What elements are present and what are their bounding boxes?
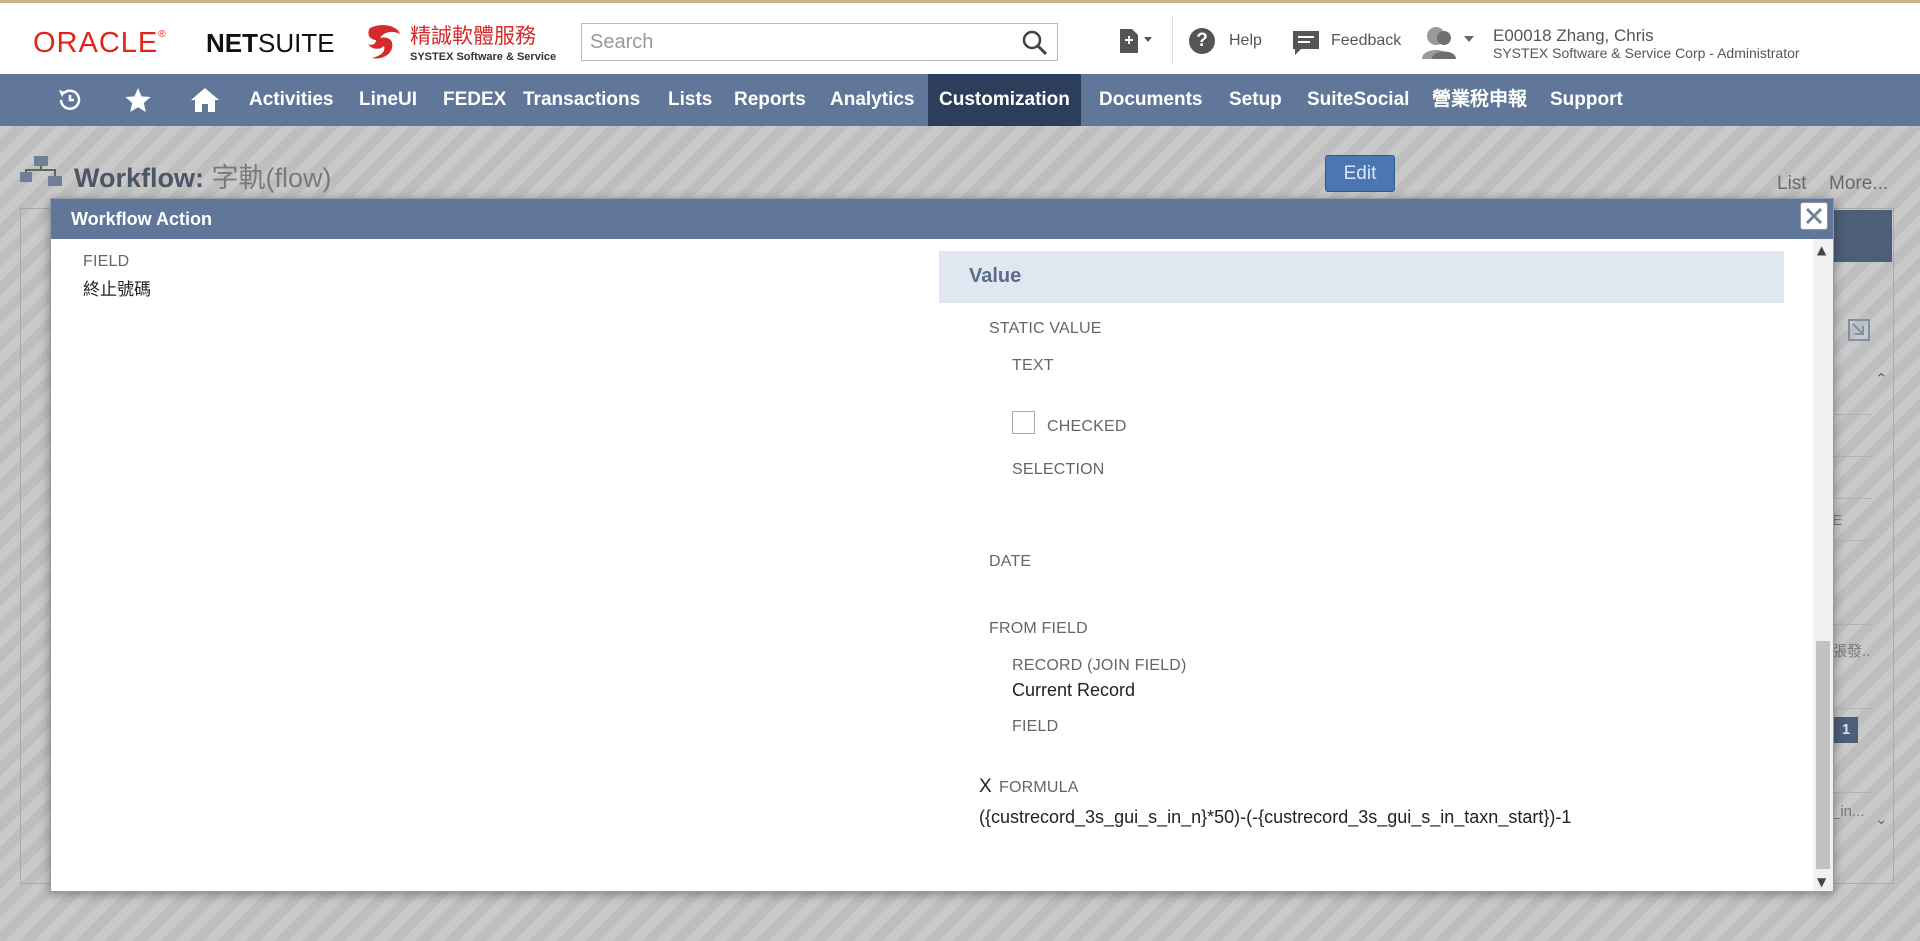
expand-icon[interactable]: [1847, 318, 1871, 342]
company-logo-en: SYSTEX Software & Service: [410, 51, 557, 63]
dialog-title: Workflow Action: [71, 209, 212, 229]
formula-value: ({custrecord_3s_gui_s_in_n}*50)-(-{custr…: [979, 807, 1572, 827]
from-field-label: FROM FIELD: [989, 620, 1088, 637]
field-value: 終止號碼: [83, 280, 151, 300]
background-cell: [1832, 459, 1872, 499]
field-label: FIELD: [83, 253, 130, 270]
nav-support[interactable]: Support: [1539, 74, 1634, 126]
background-badge: 1: [1834, 717, 1858, 743]
background-text: _in...: [1832, 803, 1865, 820]
background-cell: [1832, 375, 1872, 415]
nav-documents[interactable]: Documents: [1088, 74, 1213, 126]
dialog-scrollbar[interactable]: ▲ ▼: [1813, 239, 1833, 891]
main-nav: Activities LineUI FEDEX Transactions Lis…: [0, 74, 1920, 126]
close-button[interactable]: [1800, 202, 1828, 230]
user-role[interactable]: SYSTEX Software & Service Corp - Adminis…: [1493, 45, 1800, 61]
more-link[interactable]: More...: [1829, 173, 1888, 195]
scroll-up-icon[interactable]: ▲: [1817, 243, 1826, 257]
checked-label: CHECKED: [1047, 418, 1127, 435]
background-cell: [1832, 753, 1872, 793]
nav-analytics[interactable]: Analytics: [819, 74, 925, 126]
nav-fedex[interactable]: FEDEX: [432, 74, 517, 126]
edit-button[interactable]: Edit: [1325, 155, 1395, 192]
header-divider: [1172, 15, 1173, 65]
star-icon[interactable]: [123, 86, 153, 114]
nav-setup[interactable]: Setup: [1218, 74, 1293, 126]
nav-transactions[interactable]: Transactions: [512, 74, 651, 126]
list-link[interactable]: List: [1777, 173, 1807, 195]
nav-activities[interactable]: Activities: [238, 74, 344, 126]
nav-lists[interactable]: Lists: [657, 74, 723, 126]
company-logo[interactable]: 精誠軟體服務 SYSTEX Software & Service: [362, 18, 556, 64]
user-name[interactable]: E00018 Zhang, Chris: [1493, 26, 1654, 46]
record-join-label: RECORD (JOIN FIELD): [1012, 657, 1187, 674]
formula-label: FORMULA: [999, 779, 1079, 796]
workflow-action-dialog: Workflow Action FIELD 終止號碼 Value STATIC …: [50, 198, 1834, 892]
value-section-header: Value: [939, 251, 1784, 303]
background-cell: [1832, 585, 1872, 625]
checked-checkbox[interactable]: [1012, 411, 1035, 434]
background-text: 張發..: [1832, 643, 1871, 660]
page-title: Workflow: 字軌(flow): [74, 163, 332, 193]
background-cell: [1832, 669, 1872, 709]
feedback-link[interactable]: Feedback: [1331, 32, 1401, 50]
background-list-cells: [1832, 375, 1872, 830]
global-header: ORACLE® NETSUITE 精誠軟體服務 SYSTEX Software …: [0, 0, 1920, 74]
help-icon[interactable]: ?: [1189, 28, 1215, 54]
netsuite-logo[interactable]: NETSUITE: [206, 28, 335, 59]
close-icon: [1805, 207, 1823, 225]
scroll-down-icon[interactable]: ▼: [1817, 875, 1826, 889]
global-search[interactable]: [581, 23, 1058, 61]
recent-records-icon[interactable]: [56, 86, 84, 114]
search-icon[interactable]: [1021, 29, 1049, 57]
create-new-icon[interactable]: [1116, 27, 1156, 55]
company-logo-cn: 精誠軟體服務: [410, 24, 536, 48]
home-icon[interactable]: [189, 86, 221, 114]
avatar-icon[interactable]: [1420, 25, 1460, 59]
nav-reports[interactable]: Reports: [723, 74, 817, 126]
background-scroll-down-icon: ⌄: [1875, 811, 1888, 828]
static-value-label: STATIC VALUE: [989, 320, 1102, 337]
user-menu-caret-icon[interactable]: [1464, 36, 1474, 42]
oracle-logo[interactable]: ORACLE®: [33, 27, 167, 60]
nav-vat-filing[interactable]: 營業稅申報: [1421, 74, 1538, 126]
record-join-value: Current Record: [1012, 680, 1136, 700]
nav-lineui[interactable]: LineUI: [348, 74, 428, 126]
dialog-header: Workflow Action: [51, 199, 1833, 239]
background-cell: [1832, 417, 1872, 457]
from-field-field-label: FIELD: [1012, 718, 1059, 735]
workflow-icon: [20, 156, 62, 186]
dragon-logo-icon: [368, 25, 400, 59]
text-label: TEXT: [1012, 357, 1054, 374]
selection-label: SELECTION: [1012, 461, 1105, 478]
background-scroll-up-icon: ⌃: [1875, 371, 1888, 388]
background-panel-header: [1832, 210, 1892, 262]
nav-customization[interactable]: Customization: [928, 74, 1081, 126]
date-label: DATE: [989, 553, 1032, 570]
nav-suitesocial[interactable]: SuiteSocial: [1296, 74, 1420, 126]
scroll-thumb[interactable]: [1816, 641, 1830, 869]
help-link[interactable]: Help: [1229, 32, 1262, 50]
search-input[interactable]: [590, 25, 1010, 59]
formula-marker: X: [979, 776, 992, 797]
feedback-icon[interactable]: [1291, 29, 1321, 57]
